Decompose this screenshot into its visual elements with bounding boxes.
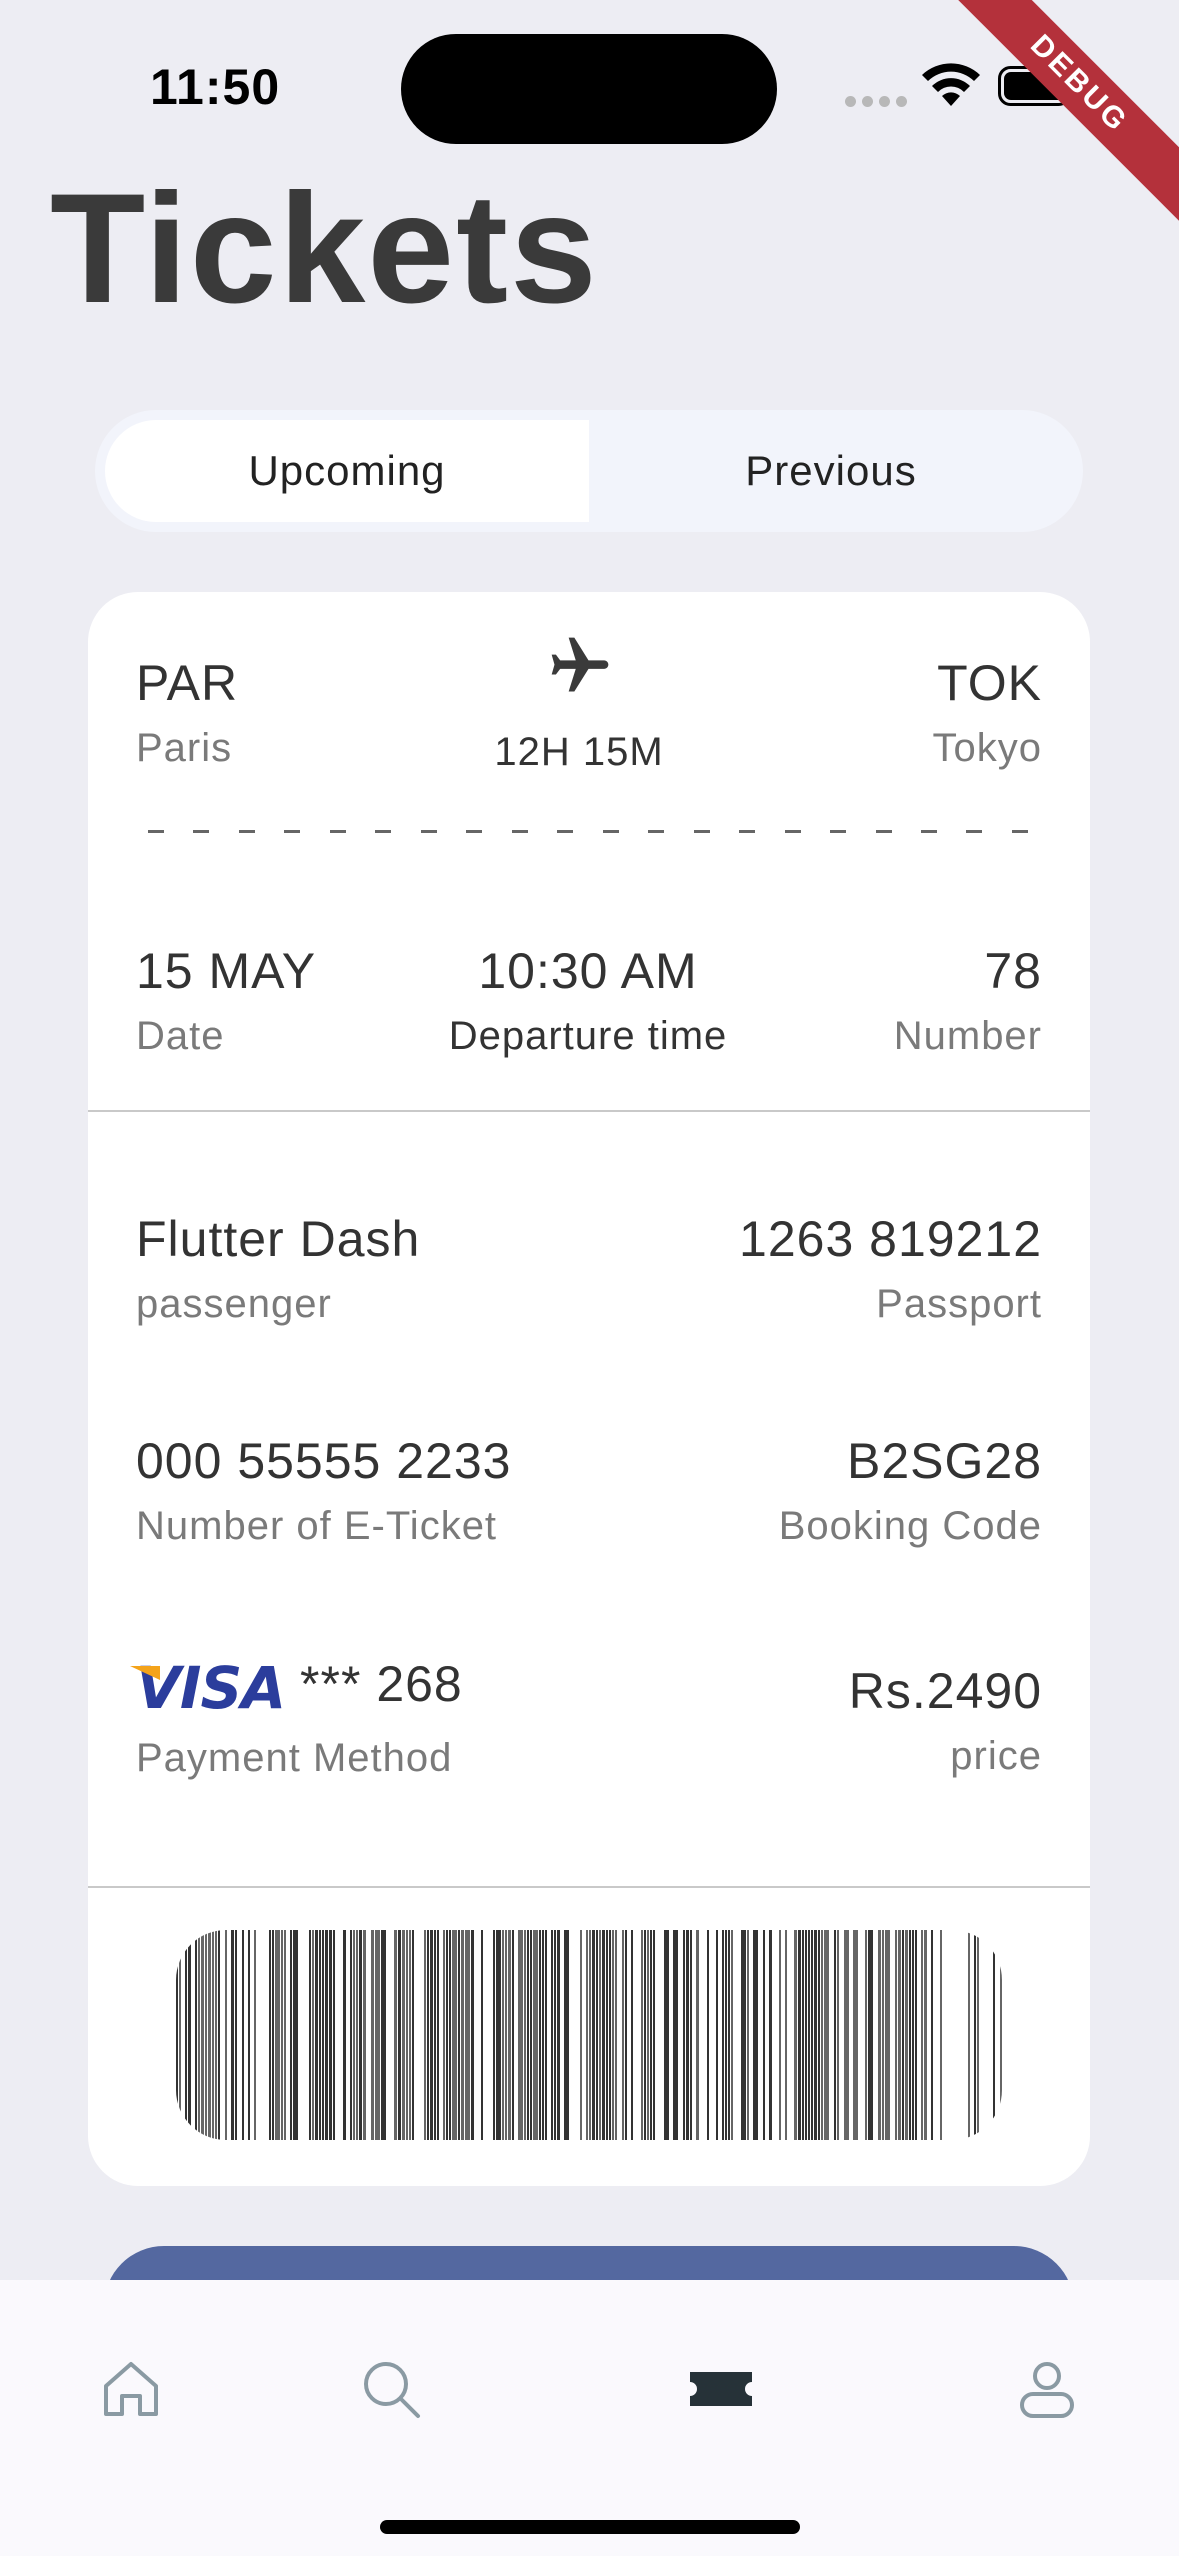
destination-code: TOK xyxy=(937,655,1042,711)
number-value: 78 xyxy=(984,943,1042,999)
visa-logo: VISA xyxy=(136,1654,286,1722)
origin-code: PAR xyxy=(136,655,239,711)
origin: PAR Paris xyxy=(136,654,238,771)
date-label: Date xyxy=(136,1014,225,1058)
nav-profile[interactable] xyxy=(1012,2354,1082,2424)
flight-duration: 12H 15M xyxy=(479,730,679,775)
price-value: Rs.2490 xyxy=(848,1663,1042,1719)
bottom-navigation xyxy=(0,2280,1179,2556)
payment-block: VISA *** 268 Payment Method xyxy=(136,1654,463,1781)
price-label: price xyxy=(950,1734,1042,1778)
date-block: 15 MAY Date xyxy=(136,942,316,1059)
dashed-separator xyxy=(148,830,1028,833)
wifi-icon xyxy=(922,63,980,106)
home-indicator xyxy=(380,2520,800,2534)
ticket-filter-tabs: Upcoming Previous xyxy=(95,410,1083,532)
passenger-name: Flutter Dash xyxy=(136,1211,421,1267)
payment-label: Payment Method xyxy=(136,1736,453,1780)
nav-home[interactable] xyxy=(96,2354,166,2424)
booking-block: B2SG28 Booking Code xyxy=(779,1432,1042,1549)
cellular-signal-icon xyxy=(845,96,907,107)
destination-city: Tokyo xyxy=(932,726,1042,770)
passport-block: 1263 819212 Passport xyxy=(739,1210,1042,1327)
number-label: Number xyxy=(893,1014,1042,1058)
search-icon xyxy=(364,2362,420,2418)
price-block: Rs.2490 price xyxy=(849,1662,1042,1779)
departure-block: 10:30 AM Departure time xyxy=(418,942,758,1059)
eticket-block: 000 55555 2233 Number of E-Ticket xyxy=(136,1432,511,1549)
barcode-divider xyxy=(88,1886,1090,1888)
date-value: 15 MAY xyxy=(136,943,317,999)
passenger-label: passenger xyxy=(136,1282,332,1326)
ticket-card[interactable]: PAR Paris 12H 15M TOK Tokyo 15 MAY Date … xyxy=(88,592,1090,2186)
page-title: Tickets xyxy=(50,162,599,336)
status-time: 11:50 xyxy=(150,59,281,115)
destination: TOK Tokyo xyxy=(933,654,1043,771)
eticket-label: Number of E-Ticket xyxy=(136,1504,498,1548)
duration-text: 12H 15M xyxy=(494,730,664,774)
number-block: 78 Number xyxy=(894,942,1042,1059)
passenger-block: Flutter Dash passenger xyxy=(136,1210,420,1327)
airplane-icon xyxy=(551,637,609,692)
passport-number: 1263 819212 xyxy=(739,1211,1042,1267)
departure-label: Departure time xyxy=(448,1014,728,1058)
nav-search[interactable] xyxy=(356,2354,426,2424)
profile-icon xyxy=(1020,2362,1074,2418)
barcode xyxy=(176,1930,1002,2140)
origin-city: Paris xyxy=(136,726,233,770)
card-last-digits: *** 268 xyxy=(300,1656,463,1713)
booking-code: B2SG28 xyxy=(846,1433,1042,1489)
debug-banner: DEBUG xyxy=(926,0,1179,237)
home-icon xyxy=(104,2362,158,2416)
nav-tickets[interactable] xyxy=(686,2354,756,2424)
tab-previous[interactable]: Previous xyxy=(589,420,1073,522)
passport-label: Passport xyxy=(876,1282,1042,1326)
eticket-number: 000 55555 2233 xyxy=(136,1433,512,1489)
booking-label: Booking Code xyxy=(778,1504,1042,1548)
section-divider xyxy=(88,1110,1090,1112)
departure-value: 10:30 AM xyxy=(478,943,698,999)
tab-upcoming[interactable]: Upcoming xyxy=(105,420,589,522)
barcode-image xyxy=(176,1930,1002,2140)
dynamic-island xyxy=(401,34,777,144)
ticket-icon xyxy=(690,2372,752,2406)
payment-method-value: VISA *** 268 xyxy=(136,1654,463,1722)
